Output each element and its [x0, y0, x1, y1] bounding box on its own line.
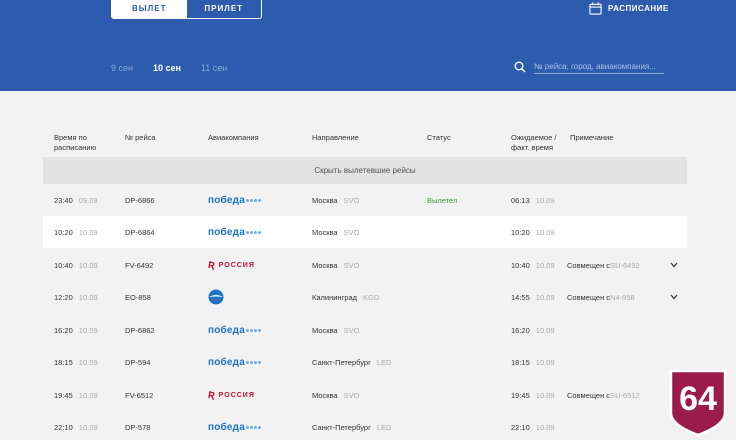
search-input[interactable] [534, 60, 664, 74]
col-scheduled-line1: Время по [54, 133, 87, 142]
table-row[interactable]: 10:20 10.09 DP-6864 победа Москва SVO 10:20 10.… [43, 216, 687, 248]
table-row[interactable]: 23:40 09.09 DP-6866 победа Москва SVO Вылетел 0… [43, 184, 687, 216]
pegas-logo [208, 289, 224, 305]
schedule-link[interactable]: РАСПИСАНИЕ [589, 2, 669, 15]
direction-cell: Москва SVO [312, 195, 360, 205]
expected-time-cell: 19:45 10.09 [511, 390, 555, 400]
date-tab-11-sep[interactable]: 11 сен [201, 63, 227, 73]
flight-number-cell: FV-6512 [125, 390, 154, 400]
pobeda-logo: победа [208, 195, 261, 206]
airline-cell: победа [208, 184, 261, 216]
direction-cell: Калининград KGD [312, 292, 380, 302]
direction-cell: Москва SVO [312, 260, 360, 270]
note-cell: Совмещен с N4-858 [567, 292, 635, 302]
expected-time-cell: 06:13 10.09 [511, 195, 555, 205]
status-cell: Вылетел [427, 195, 458, 205]
col-expected-time: Ожидаемое / факт. время [511, 133, 556, 153]
col-flight: № рейса [125, 133, 156, 142]
search-box [514, 60, 664, 74]
flight-number-cell: DP-594 [125, 357, 151, 367]
pobeda-logo: победа [208, 325, 261, 336]
scheduled-time-cell: 19:45 10.09 [54, 390, 98, 400]
expected-time-cell: 10:20 10.09 [511, 227, 555, 237]
direction-cell: Москва SVO [312, 325, 360, 335]
table-row[interactable]: 12:20 10.09 EO-858 Калининград KGD 14:55 10.09… [43, 281, 687, 313]
flight-number-cell: DP-578 [125, 422, 151, 432]
chevron-down-icon[interactable] [670, 249, 678, 281]
col-expected-line2: факт. время [511, 143, 554, 152]
date-tab-10-sep[interactable]: 10 сен [153, 63, 181, 73]
table-row[interactable]: 16:20 10.09 DP-6862 победа Москва SVO 16:20 10.… [43, 314, 687, 346]
expected-time-cell: 22:10 10.09 [511, 422, 555, 432]
schedule-label: РАСПИСАНИЕ [608, 4, 669, 13]
scheduled-time-cell: 18:15 10.09 [54, 357, 98, 367]
search-icon[interactable] [514, 61, 526, 73]
note-cell: Совмещен с SU-6512 [567, 390, 640, 400]
note-cell: Совмещен с SU-6492 [567, 260, 640, 270]
airline-cell: победа [208, 216, 261, 248]
col-status: Статус [427, 133, 451, 142]
calendar-icon [589, 2, 602, 15]
pobeda-logo: победа [208, 422, 261, 433]
direction-cell: Санкт-Петербург LED [312, 422, 392, 432]
rossiya-logo: Ʀ РОССИЯ [208, 389, 255, 401]
direction-toggle: ВЫЛЕТ ПРИЛЕТ [111, 0, 262, 19]
col-expected-line1: Ожидаемое / [511, 133, 557, 142]
airline-cell: победа [208, 314, 261, 346]
expected-time-cell: 16:20 10.09 [511, 325, 555, 335]
pobeda-logo: победа [208, 227, 261, 238]
tab-departures[interactable]: ВЫЛЕТ [112, 0, 187, 18]
badge-text: 64 [679, 380, 717, 418]
direction-cell: Санкт-Петербург LED [312, 357, 392, 367]
rossiya-logo: Ʀ РОССИЯ [208, 259, 255, 271]
date-tab-9-sep[interactable]: 9 сен [111, 63, 133, 73]
scheduled-time-cell: 10:20 10.09 [54, 227, 98, 237]
airline-cell: Ʀ РОССИЯ [208, 379, 255, 411]
airline-cell: победа [208, 346, 261, 378]
expected-time-cell: 14:55 10.09 [511, 292, 555, 302]
expected-time-cell: 10:40 10.09 [511, 260, 555, 270]
airline-cell: Ʀ РОССИЯ [208, 249, 255, 281]
hide-departed-button[interactable]: Скрыть вылетевшие рейсы [43, 157, 687, 184]
expected-time-cell: 18:15 10.09 [511, 357, 555, 367]
table-row[interactable]: 18:15 10.09 DP-594 победа Санкт-Петербург LED… [43, 346, 687, 378]
scheduled-time-cell: 22:10 10.09 [54, 422, 98, 432]
flight-number-cell: FV-6492 [125, 260, 154, 270]
col-note: Примечание [570, 133, 614, 142]
table-row[interactable]: 10:40 10.09 FV-6492 Ʀ РОССИЯ Москва SVO 10:40 10… [43, 249, 687, 281]
flight-number-cell: DP-6864 [125, 227, 155, 237]
col-airline: Авиакомпания [208, 133, 259, 142]
flight-number-cell: DP-6862 [125, 325, 155, 335]
chevron-down-icon[interactable] [670, 281, 678, 313]
col-scheduled-line2: расписанию [54, 143, 97, 152]
pobeda-logo: победа [208, 357, 261, 368]
direction-cell: Москва SVO [312, 227, 360, 237]
col-scheduled-time: Время по расписанию [54, 133, 96, 153]
flight-number-cell: DP-6866 [125, 195, 155, 205]
airline-cell: победа [208, 411, 261, 440]
scheduled-time-cell: 16:20 10.09 [54, 325, 98, 335]
scheduled-time-cell: 10:40 10.09 [54, 260, 98, 270]
scheduled-time-cell: 23:40 09.09 [54, 195, 98, 205]
direction-cell: Москва SVO [312, 390, 360, 400]
age-rating-badge: 64 [669, 369, 727, 437]
col-direction: Направление [312, 133, 359, 142]
table-row[interactable]: 19:45 10.09 FV-6512 Ʀ РОССИЯ Москва SVO 19:45 10… [43, 379, 687, 411]
table-row[interactable]: 22:10 10.09 DP-578 победа Санкт-Петербург LED… [43, 411, 687, 440]
scheduled-time-cell: 12:20 10.09 [54, 292, 98, 302]
flight-number-cell: EO-858 [125, 292, 151, 302]
date-selector: 9 сен 10 сен 11 сен [111, 63, 227, 73]
header-bar: ВЫЛЕТ ПРИЛЕТ РАСПИСАНИЕ 9 сен 10 сен 11 … [0, 0, 736, 91]
tab-arrivals[interactable]: ПРИЛЕТ [187, 0, 262, 18]
airline-cell [208, 281, 224, 313]
